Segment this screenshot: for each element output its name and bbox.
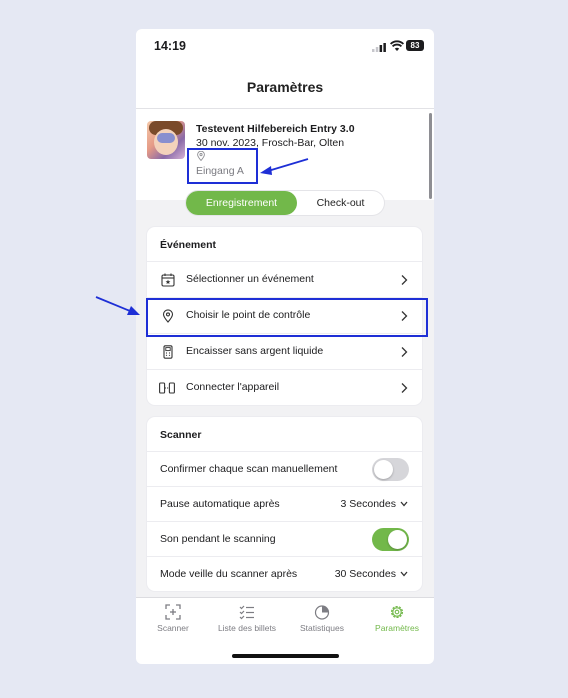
tab-label: Scanner	[157, 623, 189, 633]
tab-settings[interactable]: Paramètres	[360, 598, 434, 638]
annotation-arrow-icon	[95, 296, 140, 315]
row-label: Pause automatique après	[160, 498, 280, 510]
status-bar: 14:19 83	[136, 29, 434, 65]
auto-pause-row[interactable]: Pause automatique après 3 Secondes	[147, 486, 422, 523]
phone-screen: 14:19 83 Paramètres Testevent Hilfeberei…	[136, 29, 434, 664]
tab-label: Statistiques	[300, 623, 344, 633]
chevron-right-icon	[401, 347, 408, 357]
gear-icon	[390, 605, 404, 619]
auto-pause-value: 3 Secondes	[340, 498, 396, 510]
standby-value: 30 Secondes	[334, 568, 396, 580]
tab-statistics[interactable]: Statistiques	[285, 598, 359, 638]
home-indicator	[232, 654, 339, 658]
tab-label: Paramètres	[375, 623, 419, 633]
checkpoint-highlight-box	[146, 298, 428, 337]
row-label: Mode veille du scanner après	[160, 568, 298, 580]
tab-scanner[interactable]: Scanner	[136, 598, 210, 638]
chevron-down-icon	[400, 571, 408, 577]
connect-device-row[interactable]: Connecter l'appareil	[147, 369, 422, 406]
row-label: Sélectionner un événement	[186, 273, 314, 285]
chevron-right-icon	[401, 275, 408, 285]
event-title: Testevent Hilfebereich Entry 3.0	[196, 123, 355, 135]
wifi-icon	[390, 40, 404, 51]
scanner-section-title: Scanner	[160, 429, 202, 441]
event-section-title: Événement	[160, 239, 217, 251]
manual-confirm-row: Confirmer chaque scan manuellement	[147, 451, 422, 488]
row-label: Son pendant le scanning	[160, 533, 276, 545]
select-event-row[interactable]: Sélectionner un événement	[147, 261, 422, 298]
terminal-icon	[163, 345, 173, 359]
gate-highlight-box	[187, 148, 258, 184]
chevron-down-icon	[400, 501, 408, 507]
pie-chart-icon	[314, 605, 330, 620]
standby-select[interactable]: 30 Secondes	[335, 568, 408, 580]
cashless-row[interactable]: Encaisser sans argent liquide	[147, 333, 422, 370]
scrollbar[interactable]	[429, 113, 432, 199]
annotation-arrow-icon	[260, 158, 309, 175]
list-icon	[239, 605, 254, 620]
standby-row[interactable]: Mode veille du scanner après 30 Secondes	[147, 556, 422, 593]
scanner-settings-card: Scanner Confirmer chaque scan manuelleme…	[147, 417, 422, 591]
status-time: 14:19	[154, 39, 186, 53]
event-header: Testevent Hilfebereich Entry 3.0 30 nov.…	[136, 109, 434, 200]
auto-pause-select[interactable]: 3 Secondes	[341, 498, 408, 510]
row-label: Connecter l'appareil	[186, 381, 280, 393]
tab-ticket-list[interactable]: Liste des billets	[210, 598, 284, 638]
battery-icon: 83	[406, 40, 424, 51]
device-link-icon	[159, 382, 175, 394]
signal-icon	[372, 43, 386, 52]
nav-bar: Paramètres	[136, 65, 434, 109]
scan-sound-toggle[interactable]	[372, 528, 409, 551]
tab-bar: Scanner Liste des billets Statistiques P…	[136, 597, 434, 664]
row-label: Encaisser sans argent liquide	[186, 345, 324, 357]
calendar-star-icon	[161, 273, 175, 287]
chevron-right-icon	[401, 383, 408, 393]
event-thumbnail	[147, 121, 185, 159]
page-title: Paramètres	[246, 79, 324, 95]
mode-switch: Enregistrement Check-out	[186, 191, 384, 215]
row-label: Confirmer chaque scan manuellement	[160, 463, 338, 475]
tab-label: Liste des billets	[217, 623, 277, 633]
manual-confirm-toggle[interactable]	[372, 458, 409, 481]
mode-checkin-tab[interactable]: Enregistrement	[186, 191, 297, 215]
scan-sound-row: Son pendant le scanning	[147, 521, 422, 558]
mode-checkout-tab[interactable]: Check-out	[297, 191, 384, 215]
scan-icon	[165, 604, 181, 620]
